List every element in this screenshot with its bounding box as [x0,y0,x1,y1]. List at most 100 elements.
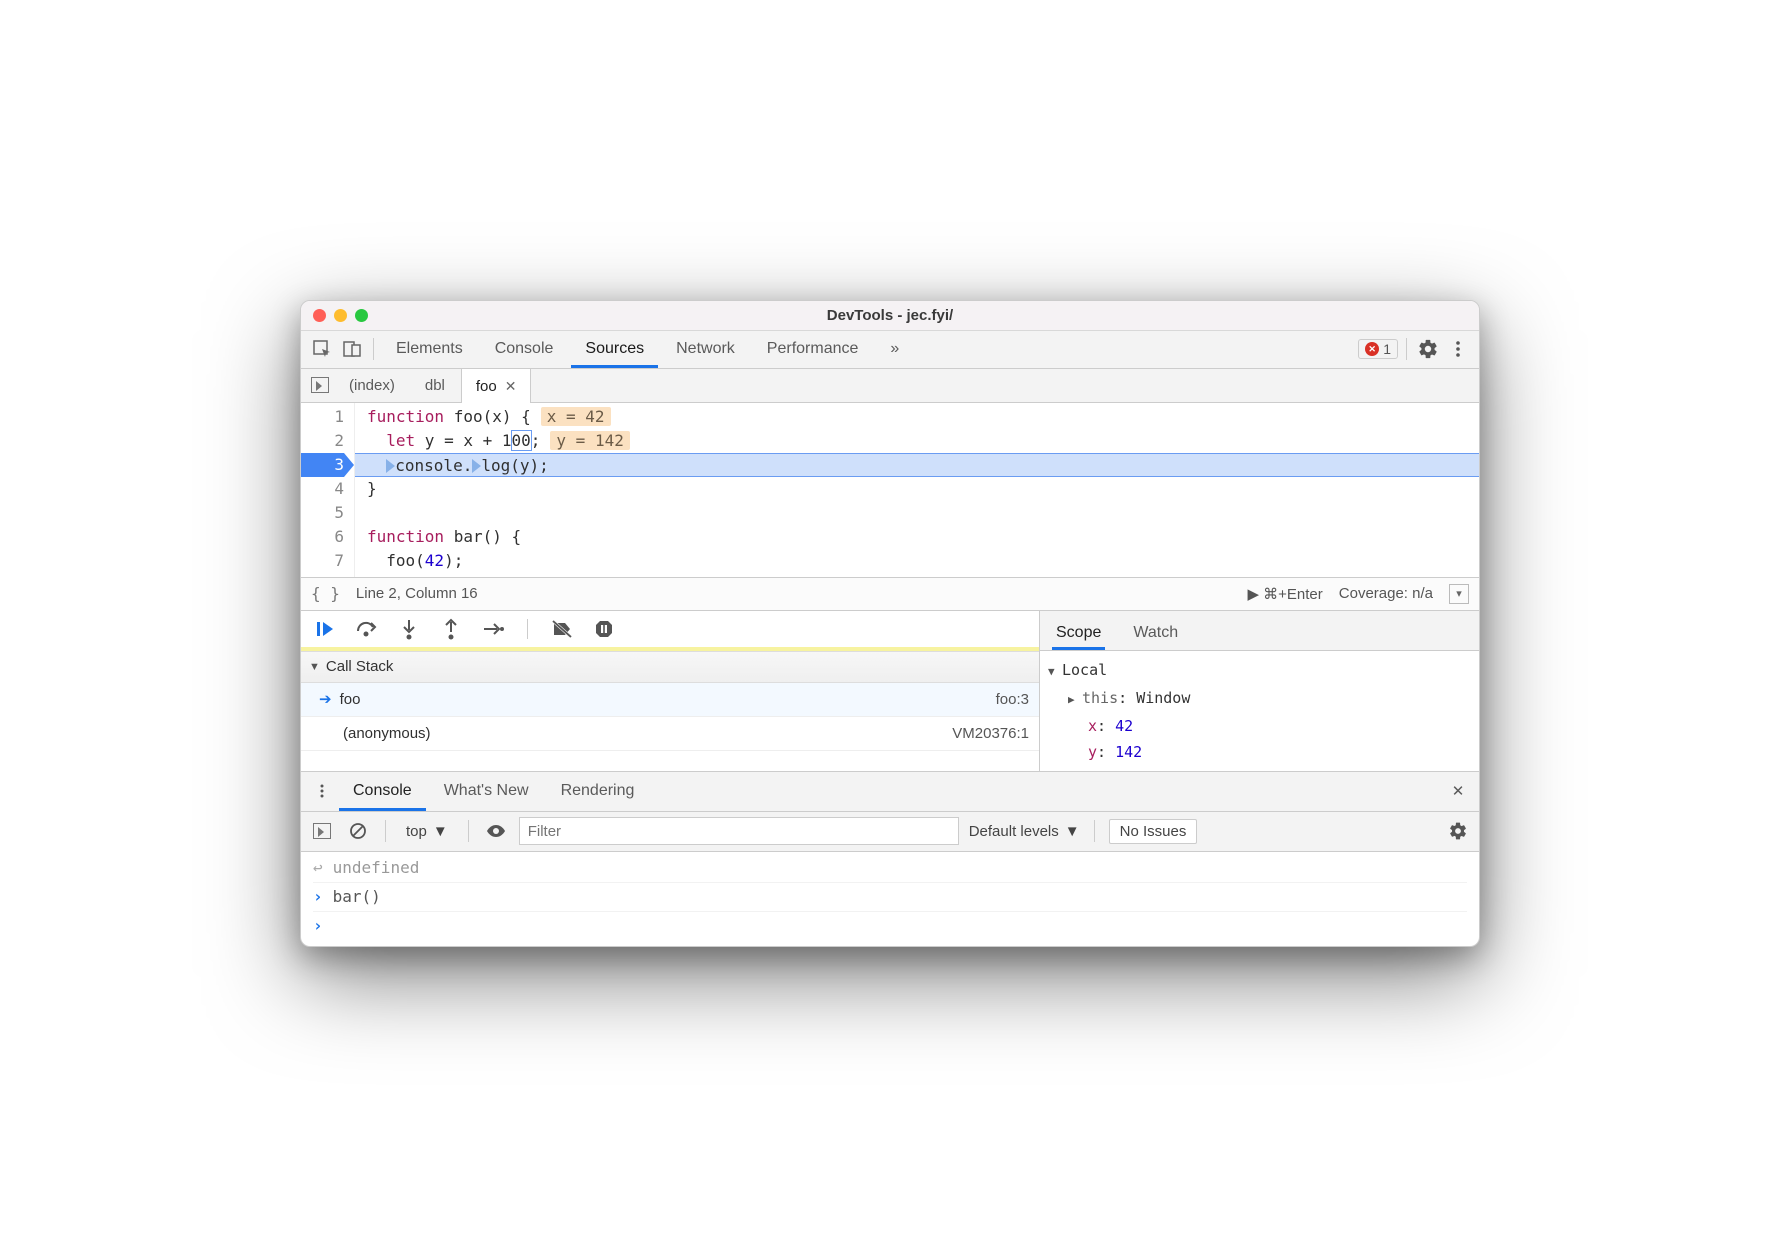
debugger-right-pane: Scope Watch ▼Local ▶this: Window x: 42 y… [1039,611,1479,771]
error-count-badge[interactable]: 1 [1358,339,1398,359]
scope-var-row[interactable]: y: 142 [1048,739,1479,765]
console-result-row: ↪ undefined [313,854,1467,883]
disclosure-triangle-icon: ▼ [1048,659,1062,685]
call-stack-frame[interactable]: (anonymous) VM20376:1 [301,717,1039,751]
drawer-kebab-icon[interactable] [309,778,335,804]
resume-icon[interactable] [313,617,337,641]
error-icon [1365,342,1379,356]
current-frame-icon: ➔ [319,690,332,708]
console-filter-input[interactable] [519,817,959,845]
source-tabs-bar: (index) dbl foo ✕ [301,369,1479,403]
tabs-overflow-button[interactable]: » [876,330,913,368]
settings-icon[interactable] [1415,336,1441,362]
line-number-execution[interactable]: 3 [301,453,344,477]
titlebar: DevTools - jec.fyi/ [301,301,1479,331]
frame-name: foo [340,691,361,708]
tab-scope[interactable]: Scope [1052,624,1105,650]
close-tab-icon[interactable]: ✕ [505,378,517,395]
line-number[interactable]: 4 [301,477,344,501]
inspect-element-icon[interactable] [309,336,335,362]
drawer-tab-bar: Console What's New Rendering ✕ [301,772,1479,812]
devtools-window: DevTools - jec.fyi/ Elements Console Sou… [300,300,1480,947]
debugger-left-pane: ▼Call Stack ➔ foo foo:3 (anonymous) VM20… [301,611,1039,771]
line-number[interactable]: 6 [301,525,344,549]
code-lines[interactable]: function foo(x) {x = 42 let y = x + 100;… [355,403,1479,577]
line-number[interactable]: 5 [301,501,344,525]
separator [527,619,528,639]
console-output[interactable]: ↪ undefined › bar() › [301,852,1479,946]
drawer-tab-rendering[interactable]: Rendering [547,771,649,811]
pause-on-exceptions-icon[interactable] [592,617,616,641]
separator [1406,338,1407,360]
line-number[interactable]: 7 [301,549,344,573]
tab-network[interactable]: Network [662,330,749,368]
prompt-icon: › [313,912,323,940]
step-icon[interactable] [481,617,505,641]
scope-watch-tabs: Scope Watch [1040,611,1479,651]
frame-location: VM20376:1 [952,725,1029,742]
pretty-print-icon[interactable]: { } [311,584,340,603]
tab-watch[interactable]: Watch [1129,624,1182,650]
scope-var-row[interactable]: x: 42 [1048,713,1479,739]
frame-location: foo:3 [996,691,1029,708]
deactivate-breakpoints-icon[interactable] [550,617,574,641]
code-status-bar: { } Line 2, Column 16 ▶ ⌘+Enter Coverage… [301,577,1479,611]
tab-performance[interactable]: Performance [753,330,873,368]
source-tab-dbl[interactable]: dbl [411,368,459,402]
source-tab-foo[interactable]: foo ✕ [461,369,532,403]
call-stack-frame[interactable]: ➔ foo foo:3 [301,683,1039,717]
drawer-tab-console[interactable]: Console [339,771,426,811]
step-out-icon[interactable] [439,617,463,641]
device-toolbar-icon[interactable] [339,336,365,362]
prompt-icon: › [313,883,323,911]
drawer-tab-whatsnew[interactable]: What's New [430,771,543,811]
step-into-icon[interactable] [397,617,421,641]
line-number[interactable]: 1 [301,405,344,429]
tab-elements[interactable]: Elements [382,330,477,368]
disclosure-triangle-icon: ▶ [1068,687,1082,713]
frame-name: (anonymous) [343,725,431,742]
log-levels-selector[interactable]: Default levels ▼ [969,823,1080,840]
inline-value-hint: y = 142 [550,431,629,450]
step-marker-icon [386,459,395,473]
code-editor[interactable]: 1 2 3 4 5 6 7 function foo(x) {x = 42 le… [301,403,1479,577]
code-line: } [367,477,1479,501]
inline-value-hint: x = 42 [541,407,611,426]
console-input-text: bar() [333,883,381,911]
coverage-label: Coverage: n/a [1339,585,1433,602]
console-result-text: undefined [333,854,420,882]
live-expression-icon[interactable] [483,818,509,844]
tab-console[interactable]: Console [481,330,568,368]
code-line: foo(42); [367,549,1479,573]
scope-this-row[interactable]: ▶this: Window [1048,685,1479,713]
close-drawer-icon[interactable]: ✕ [1445,778,1471,804]
disclosure-triangle-icon: ▼ [309,661,320,673]
coverage-dropdown-icon[interactable] [1449,584,1469,604]
step-marker-icon [472,459,481,473]
console-prompt-row[interactable]: › [313,912,1467,940]
kebab-menu-icon[interactable] [1445,336,1471,362]
context-selector[interactable]: top ▼ [400,823,454,840]
separator [468,820,469,842]
source-tab-index[interactable]: (index) [335,368,409,402]
code-line: let y = x + 100;y = 142 [367,429,1479,453]
step-over-icon[interactable] [355,617,379,641]
call-stack-header[interactable]: ▼Call Stack [301,651,1039,683]
source-tab-label: foo [476,378,497,395]
show-navigator-icon[interactable] [307,372,333,398]
code-line: function foo(x) {x = 42 [367,405,1479,429]
tab-sources[interactable]: Sources [571,330,658,368]
return-arrow-icon: ↪ [313,854,323,882]
error-count: 1 [1383,341,1391,357]
console-toolbar: top ▼ Default levels ▼ No Issues [301,812,1479,852]
line-number[interactable]: 2 [301,429,344,453]
clear-console-icon[interactable] [345,818,371,844]
run-snippet-button[interactable]: ▶ ⌘+Enter [1247,585,1322,603]
line-gutter[interactable]: 1 2 3 4 5 6 7 [301,403,355,577]
console-sidebar-toggle-icon[interactable] [309,818,335,844]
scope-local-header[interactable]: ▼Local [1048,657,1479,685]
issues-button[interactable]: No Issues [1109,819,1198,844]
code-line [367,501,1479,525]
cursor-position: Line 2, Column 16 [356,585,478,602]
console-settings-icon[interactable] [1445,818,1471,844]
